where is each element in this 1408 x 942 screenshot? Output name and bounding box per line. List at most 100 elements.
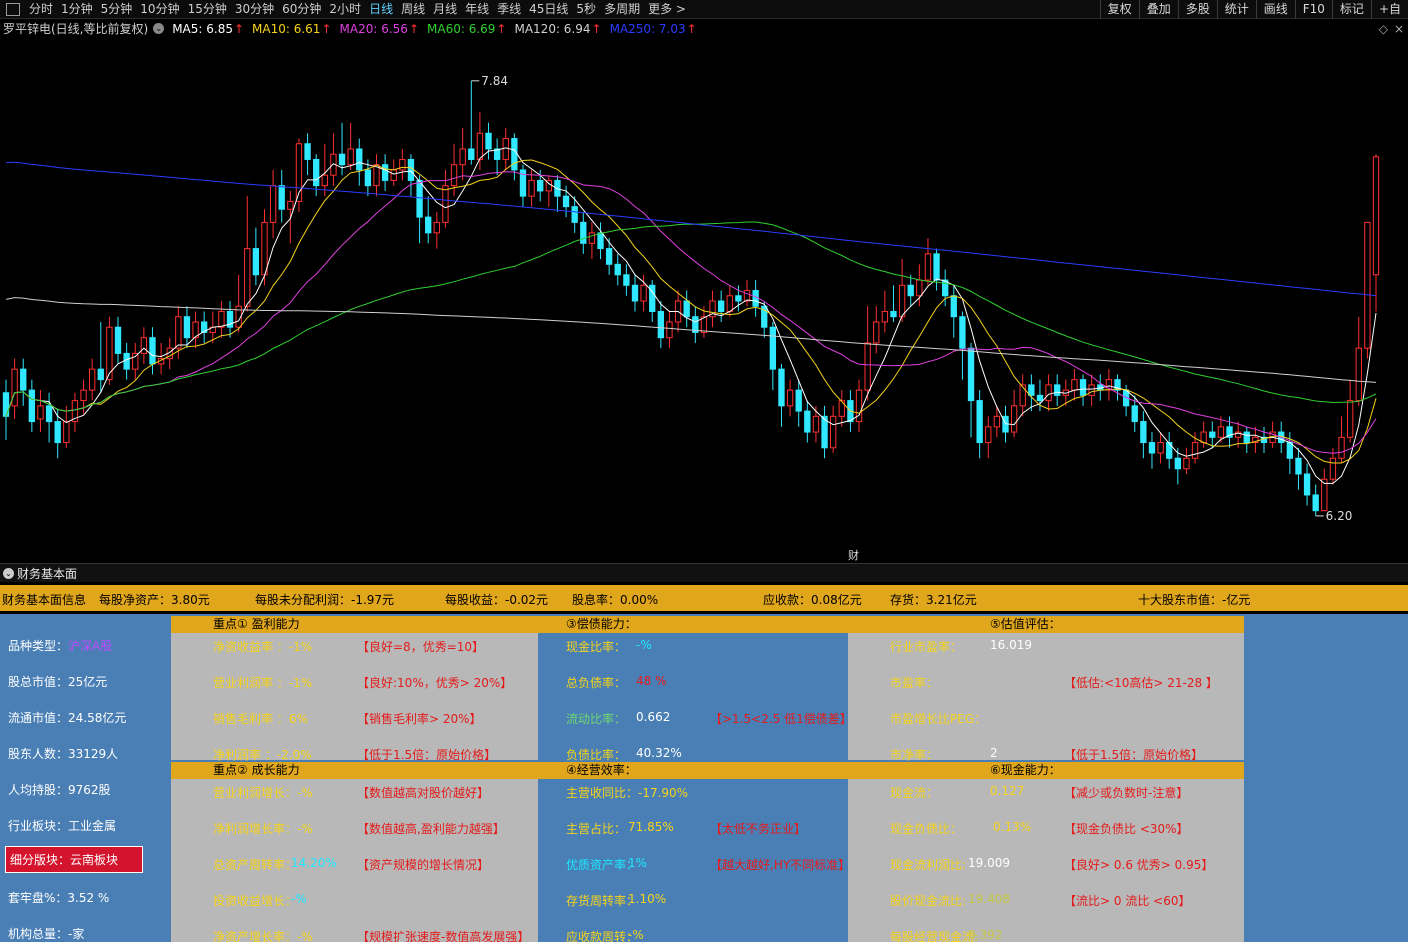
stock-name[interactable]: 罗平锌电(日线,等比前复权) bbox=[3, 20, 148, 37]
candle-body[interactable] bbox=[666, 321, 673, 339]
candle-body[interactable] bbox=[623, 274, 630, 286]
candle-body[interactable] bbox=[985, 426, 992, 444]
period-tab[interactable]: 更多 > bbox=[644, 0, 690, 19]
candle-body[interactable] bbox=[511, 137, 518, 171]
candle-body[interactable] bbox=[1019, 384, 1026, 407]
chevron-down-icon[interactable]: ⌄ bbox=[153, 23, 165, 34]
candle-body[interactable] bbox=[1191, 442, 1199, 459]
candle-body[interactable] bbox=[1045, 384, 1052, 402]
candle-body[interactable] bbox=[993, 415, 1001, 428]
candle-body[interactable] bbox=[898, 284, 906, 318]
candle-body[interactable] bbox=[45, 405, 53, 423]
candle-body[interactable] bbox=[1364, 221, 1371, 349]
candle-body[interactable] bbox=[433, 221, 440, 234]
candle-body[interactable] bbox=[726, 295, 733, 312]
candle-body[interactable] bbox=[450, 164, 458, 187]
candle-body[interactable] bbox=[140, 337, 148, 354]
candle-body[interactable] bbox=[1071, 379, 1078, 391]
candle-body[interactable] bbox=[924, 253, 932, 281]
candle-body[interactable] bbox=[1140, 421, 1147, 444]
toolbar-button[interactable]: 统计 bbox=[1216, 0, 1256, 19]
candle-body[interactable] bbox=[907, 284, 914, 297]
sidebar-highlight[interactable]: 细分版块：云南板块 bbox=[5, 846, 143, 873]
candle-body[interactable] bbox=[390, 169, 397, 181]
candle-body[interactable] bbox=[950, 295, 957, 318]
candle-body[interactable] bbox=[1372, 156, 1380, 276]
candle-body[interactable] bbox=[1217, 426, 1225, 438]
candle-body[interactable] bbox=[1303, 473, 1311, 496]
candle-body[interactable] bbox=[287, 200, 294, 210]
period-tab[interactable]: 分时 bbox=[25, 0, 57, 19]
candle-body[interactable] bbox=[304, 143, 311, 160]
candle-body[interactable] bbox=[580, 221, 587, 244]
candle-body[interactable] bbox=[1148, 442, 1156, 454]
candle-body[interactable] bbox=[1157, 442, 1164, 454]
candle-body[interactable] bbox=[347, 148, 354, 166]
candle-body[interactable] bbox=[1312, 494, 1319, 512]
period-tab[interactable]: 60分钟 bbox=[278, 0, 325, 19]
candle-body[interactable] bbox=[1166, 442, 1173, 459]
candle-body[interactable] bbox=[528, 179, 535, 197]
diamond-icon[interactable]: ◇ bbox=[1379, 22, 1388, 36]
candle-body[interactable] bbox=[313, 158, 320, 187]
candle-body[interactable] bbox=[959, 316, 966, 349]
candle-body[interactable] bbox=[571, 206, 578, 223]
candle-body[interactable] bbox=[20, 368, 27, 391]
candle-body[interactable] bbox=[1295, 457, 1302, 475]
candle-body[interactable] bbox=[356, 148, 363, 171]
candle-body[interactable] bbox=[502, 137, 509, 160]
candle-body[interactable] bbox=[1346, 400, 1354, 438]
period-tab[interactable]: 1分钟 bbox=[57, 0, 97, 19]
candle-body[interactable] bbox=[183, 316, 191, 339]
candle-body[interactable] bbox=[1174, 457, 1181, 470]
candle-body[interactable] bbox=[1088, 384, 1095, 396]
period-tab[interactable]: 季线 bbox=[493, 0, 525, 19]
candle-body[interactable] bbox=[769, 326, 777, 370]
period-tab[interactable]: 2小时 bbox=[325, 0, 365, 19]
candle-body[interactable] bbox=[80, 389, 87, 402]
candle-body[interactable] bbox=[605, 248, 613, 265]
period-tab[interactable]: 月线 bbox=[429, 0, 461, 19]
candle-body[interactable] bbox=[597, 232, 604, 250]
candle-body[interactable] bbox=[114, 326, 122, 354]
candle-body[interactable] bbox=[588, 232, 596, 244]
candle-body[interactable] bbox=[28, 389, 36, 423]
candle-body[interactable] bbox=[11, 368, 18, 407]
period-tab[interactable]: 10分钟 bbox=[136, 0, 183, 19]
candle-body[interactable] bbox=[442, 185, 449, 223]
candle-body[interactable] bbox=[123, 352, 130, 370]
candle-body[interactable] bbox=[1329, 457, 1337, 480]
candle-body[interactable] bbox=[1243, 431, 1250, 444]
candle-body[interactable] bbox=[976, 400, 983, 444]
candle-body[interactable] bbox=[640, 284, 647, 302]
candle-body[interactable] bbox=[683, 300, 690, 318]
toolbar-button[interactable]: +自 bbox=[1370, 0, 1408, 19]
period-tab[interactable]: 15分钟 bbox=[184, 0, 231, 19]
candle-body[interactable] bbox=[933, 253, 940, 281]
candle-body[interactable] bbox=[485, 132, 492, 150]
candle-body[interactable] bbox=[1286, 442, 1294, 459]
candlestick-chart[interactable]: 7.84 6.20 财 bbox=[0, 38, 1408, 563]
candle-body[interactable] bbox=[244, 248, 251, 307]
candle-body[interactable] bbox=[407, 158, 415, 181]
candle-body[interactable] bbox=[132, 352, 139, 370]
candle-body[interactable] bbox=[1131, 405, 1138, 423]
candle-body[interactable] bbox=[218, 310, 225, 328]
collapse-icon[interactable]: ⌄ bbox=[3, 567, 14, 579]
period-tab[interactable]: 5分钟 bbox=[97, 0, 137, 19]
finance-section-bar[interactable]: ⌄ 财务基本面 bbox=[0, 563, 1408, 582]
candle-body[interactable] bbox=[2, 392, 10, 417]
period-tab[interactable]: 30分钟 bbox=[231, 0, 278, 19]
candle-body[interactable] bbox=[1183, 457, 1190, 470]
period-tab[interactable]: 5秒 bbox=[572, 0, 600, 19]
candle-body[interactable] bbox=[425, 216, 432, 234]
candle-body[interactable] bbox=[967, 347, 975, 402]
candle-body[interactable] bbox=[537, 179, 544, 192]
candle-body[interactable] bbox=[321, 174, 328, 187]
candle-body[interactable] bbox=[804, 410, 811, 433]
candle-body[interactable] bbox=[381, 164, 389, 181]
period-tab[interactable]: 年线 bbox=[461, 0, 493, 19]
period-tab[interactable]: 日线 bbox=[365, 0, 397, 19]
toolbar-button[interactable]: 画线 bbox=[1255, 0, 1295, 19]
candle-body[interactable] bbox=[364, 169, 372, 187]
